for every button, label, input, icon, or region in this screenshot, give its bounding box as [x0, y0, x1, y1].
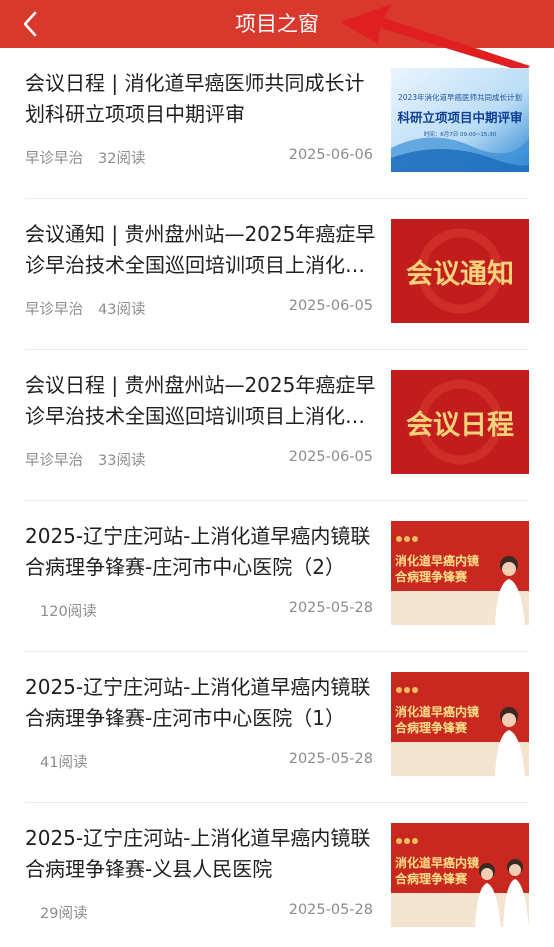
article-source: 早诊早治: [25, 453, 83, 469]
article-date: 2025-06-05: [288, 449, 373, 465]
thumb-line2: 合病理争锋赛: [395, 569, 468, 584]
article-meta: 41阅读 2025-05-28: [25, 751, 373, 771]
article-reads: 32阅读: [98, 151, 146, 167]
article-thumbnail[interactable]: 2023年消化道早癌医师共同成长计划 科研立项项目中期评审 时间：6月7日 09…: [391, 68, 529, 172]
page-title: 项目之窗: [235, 12, 319, 36]
article-date: 2025-06-05: [288, 298, 373, 314]
article-reads: 29阅读: [40, 906, 88, 922]
article-reads: 43阅读: [98, 302, 146, 318]
article-reads: 120阅读: [40, 604, 97, 620]
thumb-main-text: 会议通知: [406, 259, 514, 290]
article-title[interactable]: 2025-辽宁庄河站-上消化道早癌内镜联合病理争锋赛-庄河市中心医院（2）: [25, 521, 380, 583]
thumb-top-text: 2023年消化道早癌医师共同成长计划: [398, 92, 522, 102]
article-date: 2025-06-06: [288, 147, 373, 163]
article-title[interactable]: 2025-辽宁庄河站-上消化道早癌内镜联合病理争锋赛-庄河市中心医院（1）: [25, 672, 380, 734]
article-meta: 120阅读 2025-05-28: [25, 600, 373, 620]
article-item[interactable]: 会议日程 | 消化道早癌医师共同成长计划科研立项项目中期评审 早诊早治 32阅读…: [0, 48, 554, 199]
article-item[interactable]: 2025-辽宁庄河站-上消化道早癌内镜联合病理争锋赛-庄河市中心医院（2） 12…: [0, 501, 554, 652]
article-thumbnail[interactable]: 消化道早癌内镜 合病理争锋赛: [391, 823, 529, 927]
article-thumbnail[interactable]: 消化道早癌内镜 合病理争锋赛: [391, 672, 529, 776]
article-title[interactable]: 会议通知 | 贵州盘州站—2025年癌症早诊早治技术全国巡回培训项目上消化道早癌: [25, 219, 380, 281]
article-title[interactable]: 会议日程 | 消化道早癌医师共同成长计划科研立项项目中期评审: [25, 68, 380, 130]
article-source: 早诊早治: [25, 302, 83, 318]
article-meta: 早诊早治 32阅读 2025-06-06: [25, 147, 373, 167]
thumb-line2: 合病理争锋赛: [395, 871, 468, 886]
thumb-line1: 消化道早癌内镜: [395, 855, 479, 870]
article-source: 早诊早治: [25, 151, 83, 167]
article-meta: 早诊早治 33阅读 2025-06-05: [25, 449, 373, 469]
article-meta: 29阅读 2025-05-28: [25, 902, 373, 922]
thumb-main-text: 科研立项项目中期评审: [397, 110, 522, 125]
thumb-line2: 合病理争锋赛: [395, 720, 468, 735]
article-item[interactable]: 会议日程 | 贵州盘州站—2025年癌症早诊早治技术全国巡回培训项目上消化道早癌…: [0, 350, 554, 501]
article-date: 2025-05-28: [288, 600, 373, 616]
thumb-line1: 消化道早癌内镜: [395, 704, 479, 719]
article-thumbnail[interactable]: 会议通知: [391, 219, 529, 323]
article-reads: 41阅读: [40, 755, 88, 771]
article-item[interactable]: 2025-辽宁庄河站-上消化道早癌内镜联合病理争锋赛-庄河市中心医院（1） 41…: [0, 652, 554, 803]
article-title[interactable]: 会议日程 | 贵州盘州站—2025年癌症早诊早治技术全国巡回培训项目上消化道早癌: [25, 370, 380, 432]
article-date: 2025-05-28: [288, 902, 373, 918]
thumb-main-text: 会议日程: [406, 410, 514, 441]
article-date: 2025-05-28: [288, 751, 373, 767]
article-item[interactable]: 2025-辽宁庄河站-上消化道早癌内镜联合病理争锋赛-义县人民医院 29阅读 2…: [0, 803, 554, 947]
article-meta: 早诊早治 43阅读 2025-06-05: [25, 298, 373, 318]
article-thumbnail[interactable]: 消化道早癌内镜 合病理争锋赛: [391, 521, 529, 625]
thumb-sub-text: 时间：6月7日 09:00~15:30: [424, 130, 497, 138]
article-title[interactable]: 2025-辽宁庄河站-上消化道早癌内镜联合病理争锋赛-义县人民医院: [25, 823, 380, 885]
app-header: 项目之窗: [0, 0, 554, 48]
thumb-line1: 消化道早癌内镜: [395, 553, 479, 568]
article-thumbnail[interactable]: 会议日程: [391, 370, 529, 474]
article-reads: 33阅读: [98, 453, 146, 469]
article-item[interactable]: 会议通知 | 贵州盘州站—2025年癌症早诊早治技术全国巡回培训项目上消化道早癌…: [0, 199, 554, 350]
